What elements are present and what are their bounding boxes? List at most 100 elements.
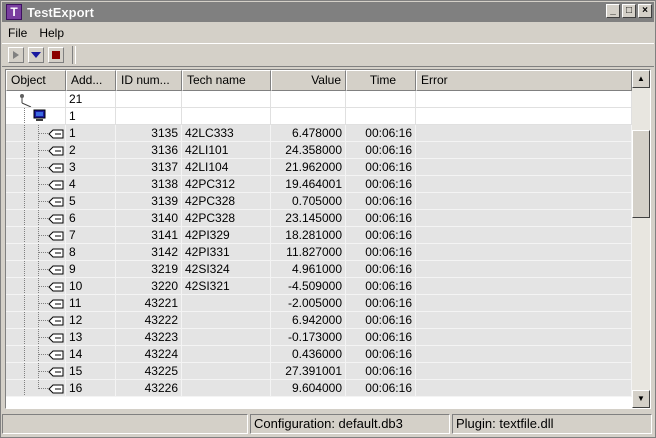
time-cell: 00:06:16 (346, 363, 416, 380)
value-cell: 23.145000 (271, 210, 346, 227)
scroll-up-button[interactable]: ▲ (632, 70, 650, 88)
error-cell (416, 363, 632, 380)
column-header-address[interactable]: Add... (66, 70, 116, 91)
table-row[interactable]: 8 3142 42PI331 11.827000 00:06:16 (6, 244, 632, 261)
data-grid[interactable]: Object Add... ID num... Tech name Value … (5, 69, 651, 409)
address-cell: 3 (66, 159, 116, 176)
table-row[interactable]: 2 3136 42LI101 24.358000 00:06:16 (6, 142, 632, 159)
object-cell (6, 125, 66, 142)
table-row[interactable]: 13 43223 -0.173000 00:06:16 (6, 329, 632, 346)
value-cell: 0.436000 (271, 346, 346, 363)
column-header-tech-name[interactable]: Tech name (182, 70, 271, 91)
column-header-time[interactable]: Time (346, 70, 416, 91)
time-cell: 00:06:16 (346, 125, 416, 142)
error-cell (416, 176, 632, 193)
time-cell: 00:06:16 (346, 142, 416, 159)
toolbar (2, 43, 654, 67)
error-cell (416, 227, 632, 244)
object-cell (6, 142, 66, 159)
object-cell (6, 363, 66, 380)
address-cell: 10 (66, 278, 116, 295)
column-header-object[interactable]: Object (6, 70, 66, 91)
tech-name-cell (182, 329, 271, 346)
stop-button[interactable] (48, 47, 64, 63)
table-row[interactable]: 4 3138 42PC312 19.464001 00:06:16 (6, 176, 632, 193)
table-row[interactable]: 1 3135 42LC333 6.478000 00:06:16 (6, 125, 632, 142)
table-row[interactable]: 15 43225 27.391001 00:06:16 (6, 363, 632, 380)
table-row-group[interactable]: 1 (6, 108, 632, 125)
object-cell (6, 210, 66, 227)
play-icon (13, 51, 19, 59)
tech-name-cell: 42LI101 (182, 142, 271, 159)
address-cell: 9 (66, 261, 116, 278)
table-row[interactable]: 3 3137 42LI104 21.962000 00:06:16 (6, 159, 632, 176)
tag-icon (48, 333, 64, 343)
error-cell (416, 108, 632, 125)
id-cell: 3137 (116, 159, 182, 176)
error-cell (416, 329, 632, 346)
address-cell: 2 (66, 142, 116, 159)
value-cell: 0.705000 (271, 193, 346, 210)
id-cell: 43222 (116, 312, 182, 329)
tech-cell (182, 108, 271, 125)
maximize-button[interactable]: □ (622, 4, 636, 18)
vertical-scrollbar[interactable]: ▲ ▼ (632, 70, 650, 408)
tech-name-cell: 42LI104 (182, 159, 271, 176)
main-window: T TestExport _ □ × File Help Object Add.… (0, 0, 656, 438)
status-configuration: Configuration: default.db3 (250, 414, 450, 434)
network-icon (20, 94, 32, 107)
close-button[interactable]: × (638, 4, 652, 18)
scroll-thumb[interactable] (632, 130, 650, 218)
address-cell: 14 (66, 346, 116, 363)
minimize-button[interactable]: _ (606, 4, 620, 18)
status-bar: Configuration: default.db3 Plugin: textf… (2, 412, 654, 436)
error-cell (416, 210, 632, 227)
error-cell (416, 193, 632, 210)
value-cell: 24.358000 (271, 142, 346, 159)
table-row[interactable]: 14 43224 0.436000 00:06:16 (6, 346, 632, 363)
table-row[interactable]: 5 3139 42PC328 0.705000 00:06:16 (6, 193, 632, 210)
table-row-root[interactable]: 21 (6, 91, 632, 108)
value-cell: 11.827000 (271, 244, 346, 261)
table-row[interactable]: 7 3141 42PI329 18.281000 00:06:16 (6, 227, 632, 244)
id-cell: 3141 (116, 227, 182, 244)
error-cell (416, 244, 632, 261)
error-cell (416, 312, 632, 329)
id-cell: 43221 (116, 295, 182, 312)
scroll-down-button[interactable]: ▼ (632, 390, 650, 408)
address-cell: 12 (66, 312, 116, 329)
column-header-error[interactable]: Error (416, 70, 632, 91)
status-panel-main (2, 414, 248, 434)
tech-name-cell: 42PC328 (182, 210, 271, 227)
object-cell (6, 278, 66, 295)
error-cell (416, 142, 632, 159)
column-header-value[interactable]: Value (271, 70, 346, 91)
step-button[interactable] (28, 47, 44, 63)
menu-help[interactable]: Help (33, 26, 70, 40)
table-row[interactable]: 12 43222 6.942000 00:06:16 (6, 312, 632, 329)
tag-icon (48, 180, 64, 190)
address-cell: 7 (66, 227, 116, 244)
table-row[interactable]: 6 3140 42PC328 23.145000 00:06:16 (6, 210, 632, 227)
table-row[interactable]: 9 3219 42SI324 4.961000 00:06:16 (6, 261, 632, 278)
grid-rows: 21 1 1 3135 42LC333 6.478000 00:06:16 2 … (6, 91, 632, 397)
title-bar[interactable]: T TestExport _ □ × (2, 2, 654, 22)
id-cell: 3139 (116, 193, 182, 210)
id-cell (116, 108, 182, 125)
table-row[interactable]: 10 3220 42SI321 -4.509000 00:06:16 (6, 278, 632, 295)
error-cell (416, 159, 632, 176)
time-cell: 00:06:16 (346, 244, 416, 261)
menu-file[interactable]: File (2, 26, 33, 40)
tech-name-cell: 42SI321 (182, 278, 271, 295)
table-row[interactable]: 16 43226 9.604000 00:06:16 (6, 380, 632, 397)
address-cell: 1 (66, 108, 116, 125)
play-button[interactable] (8, 47, 24, 63)
address-cell: 13 (66, 329, 116, 346)
column-header-id[interactable]: ID num... (116, 70, 182, 91)
error-cell (416, 125, 632, 142)
time-cell: 00:06:16 (346, 159, 416, 176)
error-cell (416, 346, 632, 363)
time-cell: 00:06:16 (346, 193, 416, 210)
window-title: TestExport (27, 4, 94, 20)
table-row[interactable]: 11 43221 -2.005000 00:06:16 (6, 295, 632, 312)
